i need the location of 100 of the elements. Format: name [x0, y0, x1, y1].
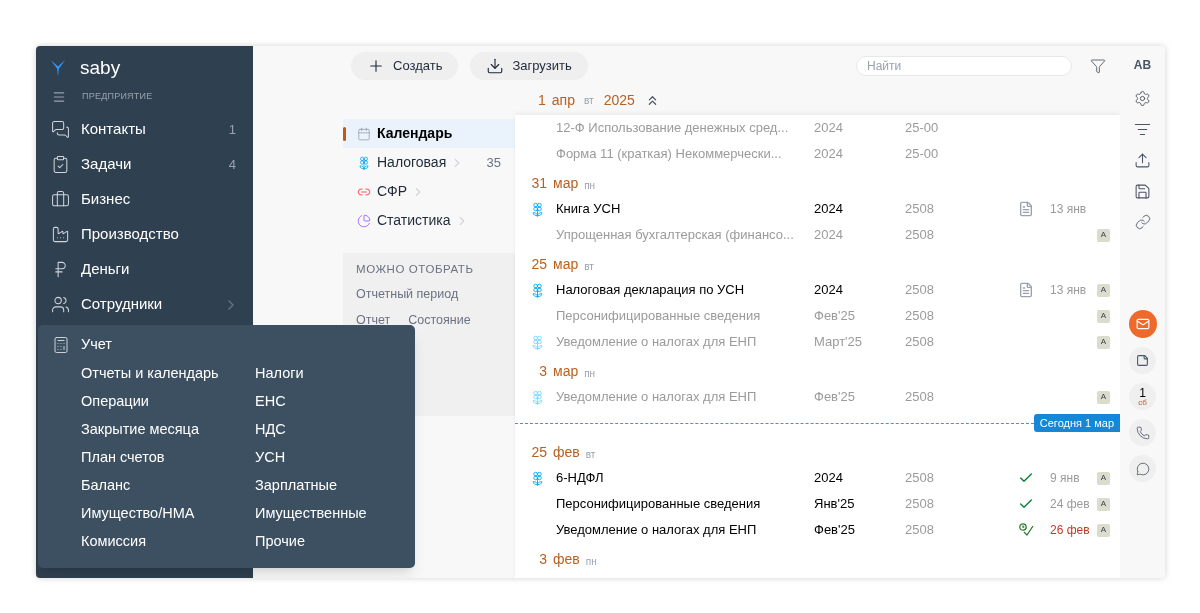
report-period: 2024 — [814, 145, 844, 164]
menu-link[interactable]: Комиссия — [81, 527, 255, 555]
report-code: 2508 — [905, 200, 935, 219]
report-row[interactable]: Упрощенная бухгалтерская (финансо... 2024 2508 А — [515, 222, 1120, 248]
menu-icon[interactable] — [52, 90, 66, 104]
menu-link[interactable]: Налоги — [255, 359, 367, 387]
status-badge: А — [1097, 283, 1110, 297]
report-title: Книга УСН — [556, 200, 622, 219]
status-badge: А — [1097, 309, 1110, 323]
date-day: 1 — [538, 90, 546, 111]
filter-option[interactable]: Отчетный период — [356, 285, 515, 304]
people-icon — [51, 295, 70, 314]
report-row[interactable]: Уведомление о налогах для ЕНП Фев'25 2508 26 фев А — [515, 517, 1120, 543]
language-icon[interactable]: AB — [1133, 56, 1152, 76]
menu-link[interactable]: НДС — [255, 415, 367, 443]
chat-icon — [1135, 461, 1150, 476]
menu-link[interactable]: ЕНС — [255, 387, 367, 415]
report-period: 2024 — [814, 469, 844, 488]
report-title: Налоговая декларация по УСН — [556, 281, 746, 300]
report-code: 2508 — [905, 388, 935, 407]
search-field[interactable]: Найти — [856, 56, 1072, 76]
report-row[interactable]: Книга УСН 2024 2508 13 янв — [515, 196, 1120, 222]
date-month: мар — [553, 255, 579, 274]
weekday-label: пн — [584, 179, 596, 193]
date-day: 25 — [527, 254, 547, 275]
menu-link[interactable]: УСН — [255, 443, 367, 471]
date-month: апр — [551, 91, 575, 110]
menu-link[interactable]: Зарплатные — [255, 471, 367, 499]
calculator-icon — [52, 336, 70, 354]
sidebar-item[interactable]: Задачи 4 — [36, 147, 253, 182]
save-icon[interactable] — [1134, 183, 1151, 200]
weekday-label: вт — [583, 94, 594, 108]
nav-item[interactable]: Налоговая 35 — [343, 148, 515, 177]
sidebar-item[interactable]: Бизнес — [36, 182, 253, 217]
date-day: 3 — [527, 549, 547, 570]
filter-icon[interactable] — [1090, 58, 1106, 74]
report-period: Март'25 — [814, 333, 864, 352]
menu-link[interactable]: План счетов — [81, 443, 255, 471]
sidebar-item[interactable]: Сотрудники — [36, 287, 253, 322]
report-row[interactable]: Уведомление о налогах для ЕНП Фев'25 2508 А — [515, 384, 1120, 410]
sidebar-item[interactable]: Производство — [36, 217, 253, 252]
calendar-button[interactable]: 1 сб — [1129, 383, 1156, 410]
nav-item[interactable]: Статистика — [343, 206, 515, 235]
report-row[interactable]: Налоговая декларация по УСН 2024 2508 13 янв А — [515, 277, 1120, 303]
menu-link[interactable]: Закрытие месяца — [81, 415, 255, 443]
status-badge: А — [1097, 497, 1110, 511]
weekday-label: пн — [585, 555, 597, 569]
menu-link[interactable]: Отчеты и календарь — [81, 359, 255, 387]
settings-icon[interactable] — [1134, 90, 1151, 107]
due-date: 13 янв — [1050, 283, 1087, 298]
weekday-label: пн — [584, 367, 596, 381]
menu-link[interactable]: Баланс — [81, 471, 255, 499]
report-period: 2024 — [814, 119, 844, 138]
link-icon[interactable] — [1134, 214, 1151, 230]
report-period: 2024 — [814, 200, 844, 219]
status-badge: А — [1097, 228, 1110, 242]
item-count: 1 — [228, 120, 237, 139]
mail-button[interactable] — [1128, 310, 1157, 338]
report-period: 2024 — [814, 281, 844, 300]
report-row[interactable]: Уведомление о налогах для ЕНП Март'25 2508 А — [515, 329, 1120, 355]
report-code: 2508 — [905, 495, 935, 514]
report-row[interactable]: 6-НДФЛ 2024 2508 9 янв А — [515, 465, 1120, 491]
nav-item[interactable]: СФР — [343, 177, 515, 206]
due-date: 13 янв — [1050, 202, 1087, 217]
upload-button[interactable]: Загрузить — [470, 52, 588, 80]
due-date: 26 фев — [1050, 523, 1090, 538]
report-title: Уведомление о налогах для ЕНП — [556, 333, 758, 352]
menu-link[interactable]: Операции — [81, 387, 255, 415]
filter-option[interactable]: Состояние — [408, 311, 471, 330]
due-date: 24 фев — [1050, 497, 1090, 512]
report-title: 6-НДФЛ — [556, 469, 605, 488]
report-code: 25-00 — [905, 145, 940, 164]
menu-link[interactable]: Имущественные — [255, 499, 367, 527]
report-code: 2508 — [905, 469, 935, 488]
report-period: Фев'25 — [814, 388, 856, 407]
phone-icon — [1135, 425, 1150, 440]
report-title: Уведомление о налогах для ЕНП — [556, 388, 758, 407]
briefcase-icon — [51, 190, 70, 209]
year-label: 2025 — [603, 91, 635, 110]
report-row[interactable]: Персонифицированные сведения Фев'25 2508 А — [515, 303, 1120, 329]
logo-text: saby — [80, 55, 121, 80]
factory-icon — [51, 225, 70, 244]
upload-icon[interactable] — [1134, 152, 1151, 169]
report-code: 2508 — [905, 226, 935, 245]
report-title: Упрощенная бухгалтерская (финансо... — [556, 226, 795, 245]
report-title: 12-Ф Использование денежных сред... — [556, 119, 790, 138]
chat-button[interactable] — [1129, 455, 1156, 482]
nav-item[interactable]: Календарь — [343, 119, 515, 148]
note-button[interactable] — [1129, 347, 1156, 374]
clipboard-icon — [51, 155, 70, 174]
menu-link[interactable]: Имущество/НМА — [81, 499, 255, 527]
sidebar-item[interactable]: Деньги — [36, 252, 253, 287]
phone-button[interactable] — [1129, 419, 1156, 446]
create-button[interactable]: Создать — [351, 52, 459, 80]
report-title: Персонифицированные сведения — [556, 307, 762, 326]
menu-link[interactable]: Прочие — [255, 527, 367, 555]
report-row[interactable]: Персонифицированные сведения Янв'25 2508 24 фев А — [515, 491, 1120, 517]
sidebar-item[interactable]: Контакты 1 — [36, 112, 253, 147]
date-month: фев — [553, 550, 580, 569]
list-filter-icon[interactable] — [1134, 121, 1151, 138]
